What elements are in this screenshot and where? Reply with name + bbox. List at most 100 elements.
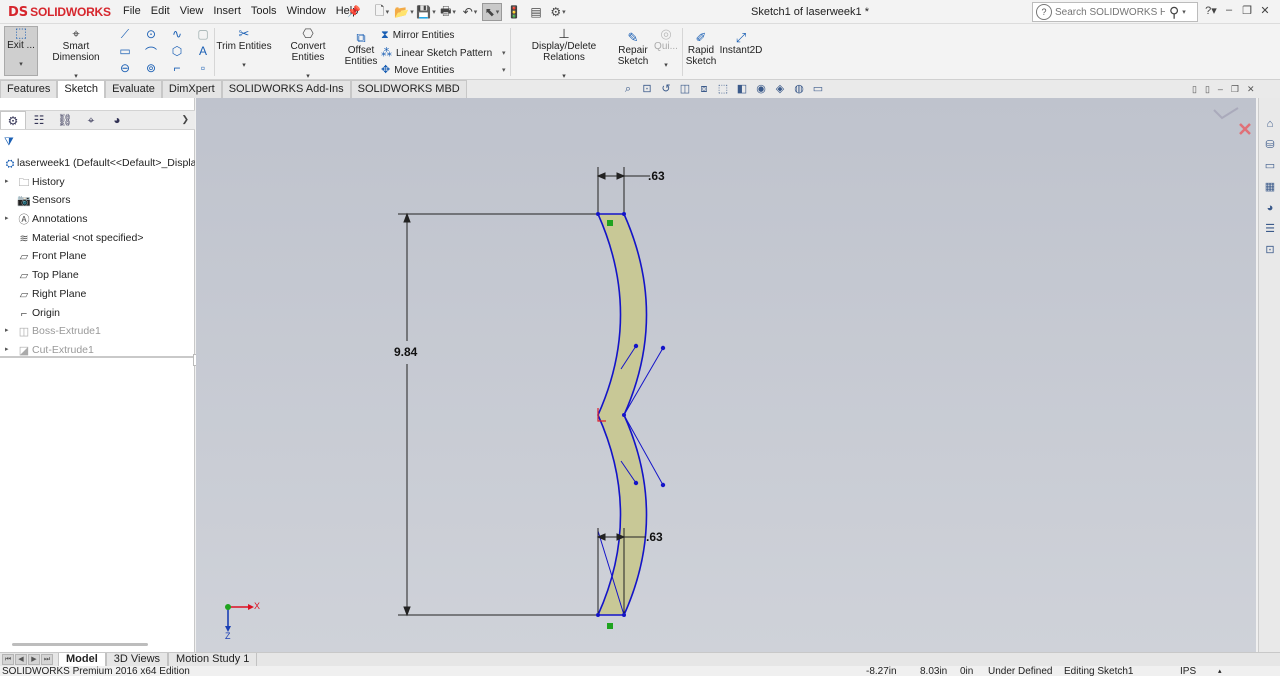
handle-point[interactable] — [633, 343, 639, 349]
status-units-dropdown-icon[interactable]: ▴ — [1218, 667, 1222, 676]
linear-sketch-pattern-button[interactable]: ⁂ Linear Sketch Pattern — [381, 46, 492, 59]
horizontal-relation-icon[interactable] — [607, 623, 613, 629]
tile-icon[interactable]: ▯ — [1192, 84, 1197, 95]
solidworks-logo[interactable]: ᗞS SOLIDWORKS — [8, 4, 111, 20]
help-menu-icon[interactable]: ?▾ — [1204, 4, 1218, 17]
vertex-point[interactable] — [596, 613, 600, 617]
offset-entities-button[interactable]: ⧉ Offset Entities — [344, 31, 378, 67]
tab-3d-views[interactable]: 3D Views — [105, 653, 169, 667]
point-icon[interactable]: ⊚ — [142, 61, 160, 77]
undo-icon[interactable]: ↶ ▾ — [460, 3, 480, 21]
trim-entities-button[interactable]: ✂ Trim Entities ▾ — [216, 27, 272, 71]
plane-sketch-icon[interactable]: ▫ — [194, 61, 212, 77]
status-units[interactable]: IPS — [1180, 667, 1196, 676]
graphics-area[interactable]: .63 9.84 .63 X Z — [196, 98, 1256, 652]
polygon-icon[interactable]: ⬡ — [168, 44, 186, 60]
quick-snaps-dropdown-icon[interactable]: ▾ — [652, 60, 680, 71]
close-icon[interactable]: ✕ — [1258, 4, 1272, 17]
centerline-icon[interactable]: ⌐ — [168, 61, 186, 77]
minimize-icon[interactable]: – — [1222, 4, 1236, 17]
edit-appearance-icon[interactable]: ◈ — [772, 82, 788, 96]
new-document-icon[interactable]: 🗋 ▾ — [372, 3, 392, 21]
move-entities-button[interactable]: ✥ Move Entities — [381, 63, 454, 76]
repair-sketch-button[interactable]: ✎ Repair Sketch — [616, 31, 650, 67]
expand-arrow-icon[interactable]: ▸ — [5, 173, 9, 191]
view-palette-icon[interactable]: ▦ — [1260, 177, 1280, 197]
pane-close-icon[interactable]: ✕ — [1247, 84, 1255, 95]
hide-show-items-icon[interactable]: ◉ — [753, 82, 769, 96]
pane-restore-icon[interactable]: ▯ — [1205, 84, 1210, 95]
tree-item[interactable]: ▱ Front Plane — [0, 247, 195, 266]
feature-tree-tab-icon[interactable]: ⚙ — [0, 111, 26, 129]
configuration-manager-tab-icon[interactable]: ⛓ — [52, 111, 78, 129]
file-properties-icon[interactable]: ▤ — [526, 3, 546, 21]
menu-insert[interactable]: Insert — [208, 5, 246, 17]
save-icon[interactable]: 💾 ▾ — [416, 3, 436, 21]
display-manager-tab-icon[interactable]: ◕ — [104, 111, 130, 129]
linear-pattern-dropdown-icon[interactable]: ▾ — [502, 49, 506, 57]
menu-tools[interactable]: Tools — [246, 5, 282, 17]
spline-icon[interactable]: ∿ — [168, 27, 186, 43]
file-explorer-icon[interactable]: ▭ — [1260, 156, 1280, 176]
dimxpert-manager-tab-icon[interactable]: ⌖ — [78, 111, 104, 129]
smart-dimension-button[interactable]: ⌖ Smart Dimension ▾ — [40, 27, 112, 82]
section-view-icon[interactable]: ◫ — [677, 82, 693, 96]
handle-point[interactable] — [660, 482, 666, 488]
dynamic-annotation-icon[interactable]: ⧈ — [696, 82, 712, 96]
handle-point[interactable] — [633, 480, 639, 486]
exit-sketch-dropdown-icon[interactable]: ▾ — [5, 59, 37, 70]
zoom-to-fit-icon[interactable]: ⌕ — [620, 82, 636, 96]
previous-view-icon[interactable]: ↺ — [658, 82, 674, 96]
zoom-to-area-icon[interactable]: ⊡ — [639, 82, 655, 96]
tree-root-part[interactable]: ⛭ laserweek1 (Default<<Default>_Displa — [0, 154, 195, 173]
prev-tab-icon[interactable]: ◀ — [15, 654, 27, 665]
tab-sketch[interactable]: Sketch — [57, 80, 106, 98]
tab-motion-study-1[interactable]: Motion Study 1 — [168, 653, 258, 667]
pin-menu-icon[interactable]: 📌 — [347, 5, 361, 18]
dimension-bottom-width[interactable]: .63 — [646, 530, 663, 544]
arc-icon[interactable]: ⌒ — [142, 44, 160, 60]
design-library-icon[interactable]: ⛁ — [1260, 135, 1280, 155]
sketch-fillet-icon[interactable]: ▢ — [194, 27, 212, 43]
filter-icon[interactable]: ⧩ — [4, 136, 14, 149]
tree-item[interactable]: ▸ 🗀 History — [0, 173, 195, 192]
horizontal-relation-icon[interactable] — [607, 220, 613, 226]
tree-item[interactable]: ▸ Ⓐ Annotations — [0, 210, 195, 229]
help-search-box[interactable]: ? ⚲ ▾ — [1032, 2, 1198, 22]
vertex-point[interactable] — [622, 613, 626, 617]
vertex-point[interactable] — [596, 212, 600, 216]
menu-window[interactable]: Window — [282, 5, 331, 17]
search-icon[interactable]: ⚲ — [1169, 4, 1179, 21]
tab-evaluate[interactable]: Evaluate — [105, 80, 162, 98]
slot-icon[interactable]: ⊖ — [116, 61, 134, 77]
property-manager-tab-icon[interactable]: ☷ — [26, 111, 52, 129]
sketch-canvas[interactable]: .63 9.84 .63 X Z — [196, 98, 1256, 652]
last-tab-icon[interactable]: ⏭ — [41, 654, 53, 665]
pane-minimize-icon[interactable]: – — [1218, 84, 1223, 95]
expand-arrow-icon[interactable]: ▸ — [5, 210, 9, 228]
rectangle-icon[interactable]: ▭ — [116, 44, 134, 60]
tab-solidworks-add-ins[interactable]: SOLIDWORKS Add-Ins — [221, 80, 351, 98]
tab-solidworks-mbd[interactable]: SOLIDWORKS MBD — [350, 80, 467, 98]
restore-icon[interactable]: ❐ — [1240, 4, 1254, 17]
print-icon[interactable]: 🖶 ▾ — [438, 3, 458, 21]
custom-properties-icon[interactable]: ☰ — [1260, 219, 1280, 239]
forum-icon[interactable]: ⊡ — [1260, 240, 1280, 260]
view-settings-icon[interactable]: ▭ — [810, 82, 826, 96]
next-tab-icon[interactable]: ▶ — [28, 654, 40, 665]
convert-entities-button[interactable]: ⎔ Convert Entities ▾ — [274, 27, 342, 82]
rapid-sketch-button[interactable]: ✐ Rapid Sketch — [684, 31, 718, 67]
apply-scene-icon[interactable]: ◍ — [791, 82, 807, 96]
tree-item[interactable]: 📷 Sensors — [0, 191, 195, 210]
solidworks-resources-icon[interactable]: ⌂ — [1260, 114, 1280, 134]
tree-item[interactable]: ▱ Right Plane — [0, 285, 195, 304]
exit-sketch-button[interactable]: ⬚ Exit ... ▾ — [4, 26, 38, 76]
confirm-sketch-icon[interactable] — [1213, 107, 1239, 120]
expand-tabs-icon[interactable]: ❯ — [181, 114, 189, 125]
tree-item[interactable]: ≋ Material <not specified> — [0, 229, 195, 248]
vertex-point[interactable] — [622, 413, 626, 417]
horizontal-scrollbar[interactable] — [12, 643, 148, 646]
tree-item[interactable]: ⌐ Origin — [0, 304, 195, 323]
pane-maximize-icon[interactable]: ❐ — [1231, 84, 1239, 95]
help-search-input[interactable] — [1055, 6, 1165, 18]
